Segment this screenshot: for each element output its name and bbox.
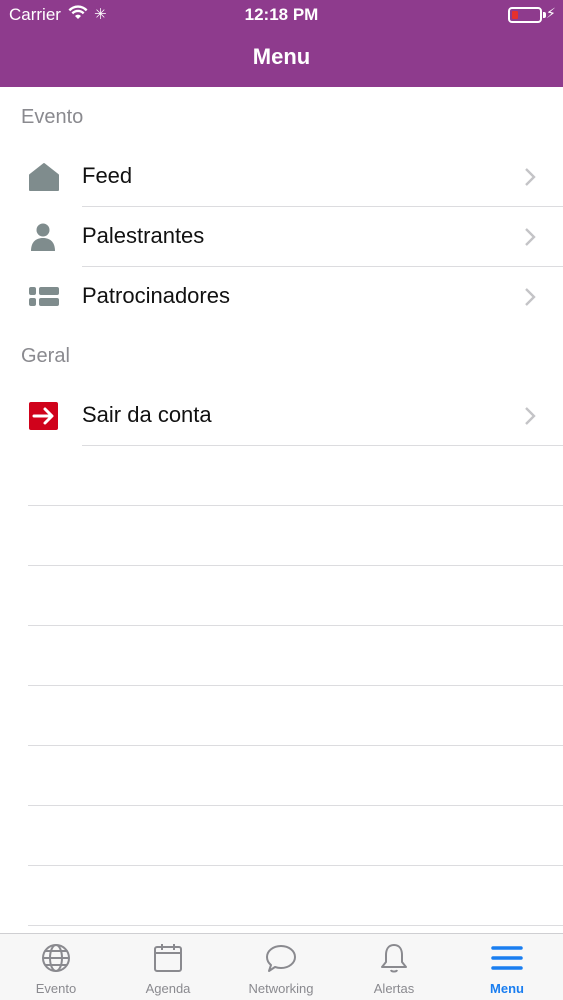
menu-icon [491, 946, 523, 970]
page-title: Menu [252, 44, 311, 69]
tab-bar: Evento Agenda Networking Alertas Menu [0, 933, 563, 1000]
logout-icon [28, 401, 60, 431]
menu-item-sair-da-conta[interactable]: Sair da conta [0, 386, 563, 446]
tab-label: Evento [35, 981, 77, 996]
chevron-right-icon [522, 167, 538, 187]
menu-item-feed[interactable]: Feed [0, 147, 563, 207]
tab-agenda[interactable]: Agenda [112, 934, 224, 1000]
status-bar: Carrier ✳ 12:18 PM ⚡ [0, 0, 563, 30]
empty-row-divider [28, 805, 563, 806]
tab-label: Menu [490, 981, 524, 996]
empty-row-divider [28, 925, 563, 926]
calendar-icon [154, 944, 182, 972]
tab-label: Alertas [373, 981, 415, 996]
tab-alertas[interactable]: Alertas [338, 934, 450, 1000]
status-time: 12:18 PM [244, 5, 319, 24]
menu-item-label: Palestrantes [82, 223, 205, 248]
empty-row-divider [28, 505, 563, 506]
tab-networking[interactable]: Networking [225, 934, 337, 1000]
person-icon [28, 222, 60, 252]
menu-item-label: Patrocinadores [82, 283, 230, 308]
row-divider [82, 445, 563, 446]
tab-label: Agenda [145, 981, 191, 996]
battery-icon [508, 7, 546, 23]
menu-item-patrocinadores[interactable]: Patrocinadores [0, 267, 563, 327]
empty-row-divider [28, 685, 563, 686]
chevron-right-icon [522, 227, 538, 247]
empty-row-divider [28, 865, 563, 866]
menu-item-label: Sair da conta [82, 402, 212, 427]
empty-row-divider [28, 625, 563, 626]
tab-label: Networking [248, 981, 314, 996]
tab-evento[interactable]: Evento [0, 934, 112, 1000]
chevron-right-icon [522, 406, 538, 426]
bell-icon [381, 944, 407, 973]
charging-icon: ⚡ [546, 5, 556, 21]
tab-menu[interactable]: Menu [451, 934, 563, 1000]
section-header-geral: Geral [21, 345, 70, 367]
chevron-right-icon [522, 287, 538, 307]
empty-row-divider [28, 565, 563, 566]
chat-bubble-icon [266, 945, 296, 972]
navigation-bar: Carrier ✳ 12:18 PM ⚡ Menu [0, 0, 563, 87]
menu-item-palestrantes[interactable]: Palestrantes [0, 207, 563, 267]
empty-row-divider [28, 745, 563, 746]
section-header-evento: Evento [21, 106, 84, 128]
home-icon [28, 162, 60, 192]
menu-item-label: Feed [82, 163, 133, 188]
globe-icon [42, 944, 70, 972]
list-icon [28, 282, 60, 312]
